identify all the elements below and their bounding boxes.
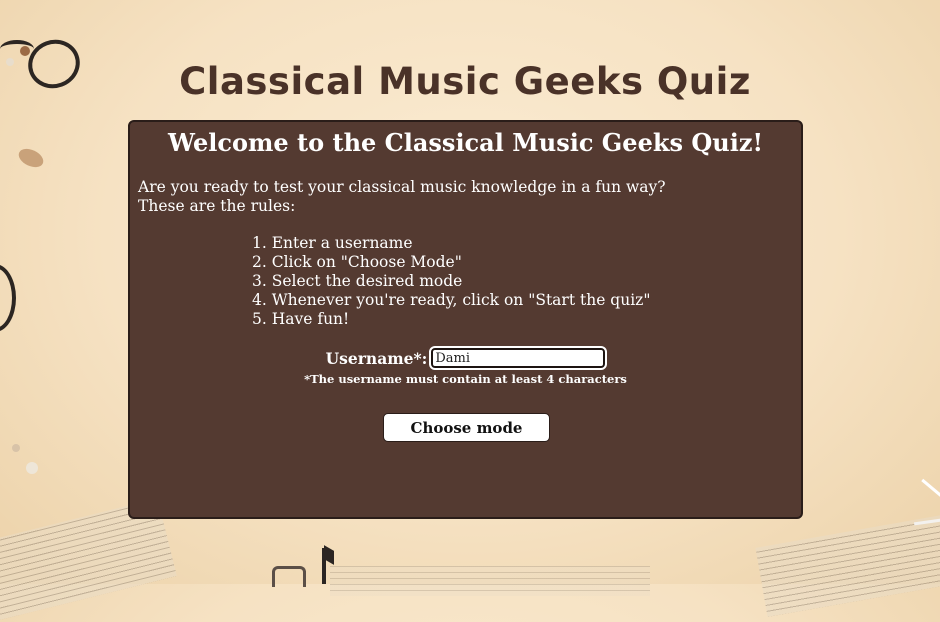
pencil-decoration xyxy=(921,478,940,505)
page-title: Classical Music Geeks Quiz xyxy=(179,60,751,103)
pebble-decoration xyxy=(12,444,20,452)
glasses-lens-left-decoration xyxy=(0,264,16,332)
sheet-music-decoration xyxy=(755,513,940,617)
username-hint: *The username must contain at least 4 ch… xyxy=(304,372,627,386)
welcome-heading: Welcome to the Classical Music Geeks Qui… xyxy=(168,128,763,157)
choose-mode-button[interactable]: Choose mode xyxy=(383,413,550,442)
username-row: Username*: xyxy=(130,346,801,370)
pebble-decoration xyxy=(15,145,47,171)
intro-text: Are you ready to test your classical mus… xyxy=(138,178,666,216)
pebble-decoration xyxy=(20,46,30,56)
pebble-decoration xyxy=(26,462,38,474)
rule-item: 4. Whenever you're ready, click on "Star… xyxy=(252,291,651,309)
rule-item: 3. Select the desired mode xyxy=(252,272,463,290)
username-input[interactable] xyxy=(429,346,608,370)
rule-item: 1. Enter a username xyxy=(252,234,413,252)
sheet-music-decoration xyxy=(330,566,650,596)
rules-list: 1. Enter a username 2. Click on "Choose … xyxy=(252,234,650,329)
username-label: Username*: xyxy=(325,348,428,368)
rule-item: 2. Click on "Choose Mode" xyxy=(252,253,462,271)
quiz-panel: Welcome to the Classical Music Geeks Qui… xyxy=(128,120,803,519)
rules-intro-line: These are the rules: xyxy=(138,197,296,215)
rule-item: 5. Have fun! xyxy=(252,310,350,328)
intro-line: Are you ready to test your classical mus… xyxy=(138,178,666,196)
